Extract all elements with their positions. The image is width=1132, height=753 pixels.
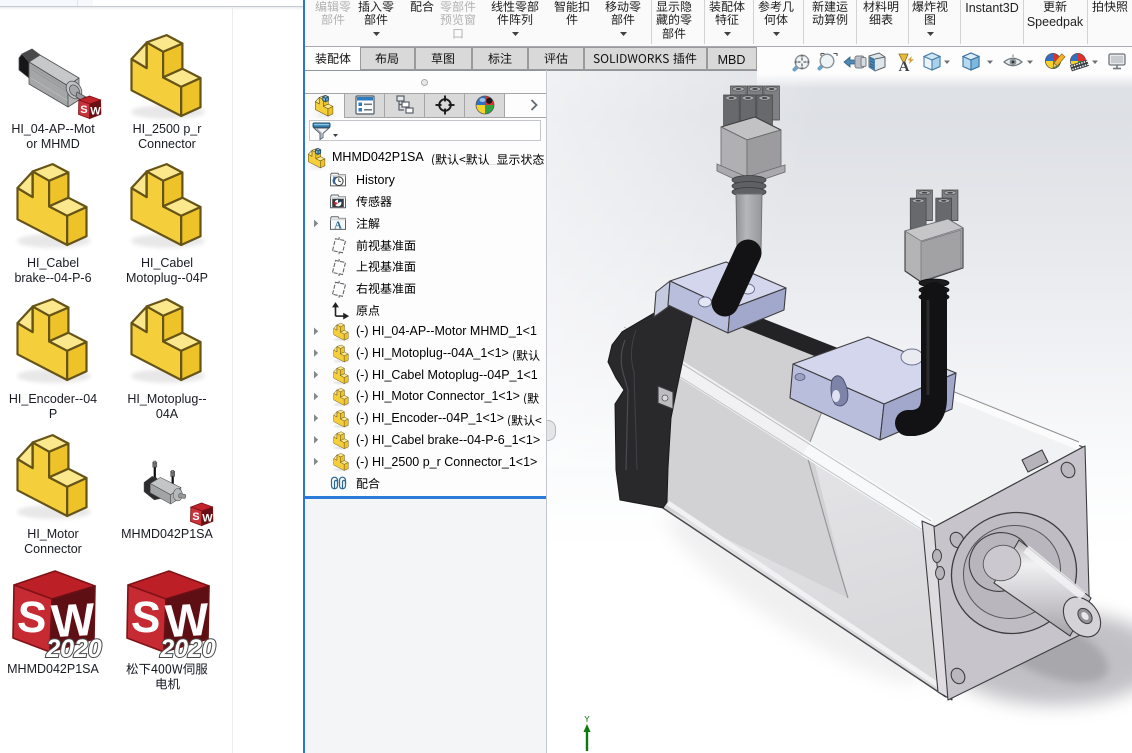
svg-text:W: W <box>202 513 213 525</box>
svg-text:A: A <box>334 221 342 232</box>
svg-text:S: S <box>16 592 49 643</box>
svg-text:S: S <box>192 511 199 523</box>
svg-text:W: W <box>90 106 101 118</box>
svg-text:S: S <box>80 104 87 116</box>
svg-text:2020: 2020 <box>45 635 102 663</box>
svg-text:Y: Y <box>584 715 590 725</box>
svg-text:S: S <box>130 592 163 643</box>
